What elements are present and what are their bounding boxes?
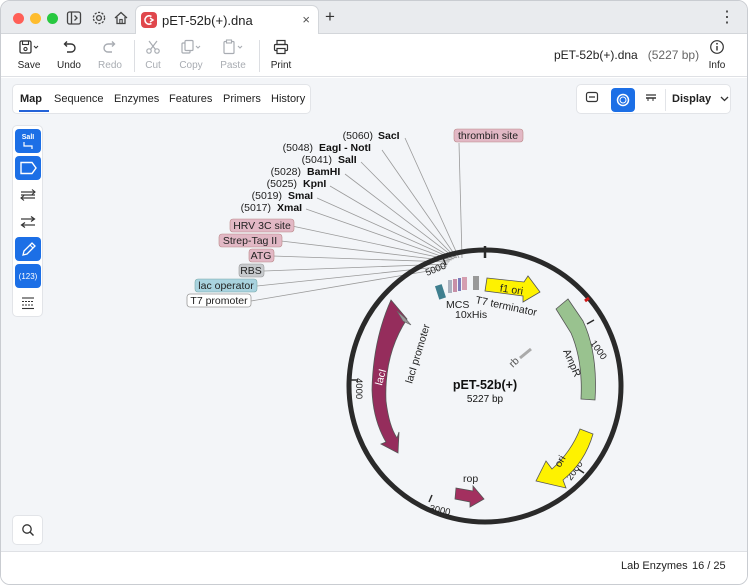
enzyme-position: (5028)	[271, 166, 301, 178]
enzyme-eagi-noti[interactable]: (5048) EagI - NotI	[283, 142, 371, 154]
enzyme-position: (5019)	[252, 190, 282, 202]
save-button[interactable]: Save	[9, 39, 49, 71]
copy-button[interactable]: Copy	[171, 39, 211, 71]
mcs-features	[434, 276, 479, 300]
document-length: (5227 bp)	[647, 48, 700, 62]
plasmid-map: 1000 2000 3000 4000 5000 f1 ori AmpR ori…	[186, 128, 624, 525]
label-strep-tag: Strep-Tag II	[223, 235, 277, 247]
feature-thrombin-block[interactable]	[462, 277, 467, 290]
enzyme-name: SacI	[378, 130, 400, 142]
print-label: Print	[270, 60, 292, 71]
feature-rop-label: rop	[463, 473, 478, 485]
enzyme-count: 16 / 25	[692, 560, 726, 572]
enzyme-labels: (5060) SacI (5048) EagI - NotI (5041) Sa…	[241, 130, 400, 214]
enzyme-name: SmaI	[288, 190, 313, 202]
undo-label: Undo	[57, 60, 81, 71]
app-window: pET-52b(+).dna × + ⋮ Save Undo Redo Cut …	[0, 0, 748, 585]
title-bar: pET-52b(+).dna × + ⋮	[1, 1, 747, 34]
info-label: Info	[708, 60, 726, 71]
paste-button[interactable]: Paste	[213, 39, 253, 71]
enzyme-kpni[interactable]: (5025) KpnI	[267, 178, 327, 190]
map-workspace: Map Sequence Enzymes Features Primers Hi…	[1, 78, 747, 551]
enzyme-sali[interactable]: (5041) SalI	[302, 154, 357, 166]
scissors-icon	[133, 39, 173, 57]
enzyme-set-status[interactable]: Lab Enzymes	[621, 560, 688, 572]
undo-icon	[49, 39, 89, 57]
feature-site-block[interactable]	[458, 278, 461, 291]
label-rbs: RBS	[240, 265, 262, 277]
copy-icon	[171, 39, 211, 57]
feature-laci-promoter-label: lacI promoter	[403, 322, 433, 385]
paste-icon	[213, 39, 253, 57]
redo-button[interactable]: Redo	[90, 39, 130, 71]
plasmid-name: pET-52b(+)	[453, 378, 517, 392]
redo-label: Redo	[98, 60, 122, 71]
gear-icon[interactable]	[91, 10, 107, 26]
more-menu-icon[interactable]: ⋮	[719, 7, 735, 27]
plasmid-length: 5227 bp	[467, 394, 504, 405]
document-name: pET-52b(+).dna	[554, 48, 638, 62]
label-hrv-3c-site: HRV 3C site	[233, 220, 291, 232]
enzyme-smai[interactable]: (5019) SmaI	[252, 190, 314, 202]
document-info: pET-52b(+).dna (5227 bp)	[554, 48, 699, 62]
cut-label: Cut	[145, 60, 161, 71]
feature-rb[interactable]	[519, 347, 532, 360]
sidebar-toggle-icon[interactable]	[66, 10, 82, 26]
close-window-button[interactable]	[13, 13, 24, 24]
enzyme-position: (5060)	[343, 130, 373, 142]
enzyme-bamhi[interactable]: (5028) BamHI	[271, 166, 341, 178]
close-tab-icon[interactable]: ×	[302, 12, 310, 27]
enzyme-position: (5025)	[267, 178, 297, 190]
feature-his-label: 10xHis	[455, 309, 487, 321]
label-thrombin-site: thrombin site	[458, 130, 518, 142]
info-icon	[697, 39, 737, 57]
enzyme-name: EagI - NotI	[319, 142, 371, 154]
save-icon	[9, 39, 49, 57]
printer-icon	[261, 39, 301, 57]
undo-button[interactable]: Undo	[49, 39, 89, 71]
snapgene-logo-icon	[141, 12, 157, 28]
enzyme-name: SalI	[338, 154, 357, 166]
enzyme-position: (5041)	[302, 154, 332, 166]
feature-f1-ori-label: f1 ori	[499, 282, 524, 297]
home-icon[interactable]	[113, 10, 129, 26]
feature-t7-promoter-block[interactable]	[434, 284, 446, 300]
tick-4000: 4000	[353, 378, 364, 399]
tab-title: pET-52b(+).dna	[162, 13, 253, 28]
tick-3000: 3000	[428, 503, 451, 518]
enzyme-saci[interactable]: (5060) SacI	[343, 130, 400, 142]
enzyme-name: KpnI	[303, 178, 326, 190]
toolbar: Save Undo Redo Cut Copy Paste Print pET-…	[1, 35, 747, 77]
copy-label: Copy	[179, 60, 203, 71]
new-tab-button[interactable]: +	[325, 7, 335, 27]
document-tab[interactable]: pET-52b(+).dna ×	[135, 5, 319, 34]
label-t7-promoter: T7 promoter	[190, 295, 248, 307]
enzyme-name: XmaI	[277, 202, 302, 214]
print-button[interactable]: Print	[261, 39, 301, 71]
enzyme-position: (5017)	[241, 202, 271, 214]
feature-ampr[interactable]	[555, 298, 596, 401]
cut-button[interactable]: Cut	[133, 39, 173, 71]
toolbar-divider	[259, 40, 260, 72]
redo-icon	[90, 39, 130, 57]
label-lac-operator: lac operator	[198, 280, 254, 292]
label-atg: ATG	[251, 250, 272, 262]
minimize-window-button[interactable]	[30, 13, 41, 24]
feature-strep-block[interactable]	[453, 279, 457, 292]
feature-rop[interactable]	[454, 484, 485, 508]
info-button[interactable]: Info	[697, 39, 737, 71]
paste-label: Paste	[220, 60, 246, 71]
enzyme-name: BamHI	[307, 166, 340, 178]
enzyme-position: (5048)	[283, 142, 313, 154]
save-label: Save	[17, 60, 41, 71]
status-bar: Lab Enzymes 16 / 25	[1, 551, 747, 584]
feature-rbs-block[interactable]	[448, 280, 452, 293]
feature-his-block[interactable]	[473, 276, 479, 290]
zoom-window-button[interactable]	[47, 13, 58, 24]
enzyme-xmai[interactable]: (5017) XmaI	[241, 202, 303, 214]
